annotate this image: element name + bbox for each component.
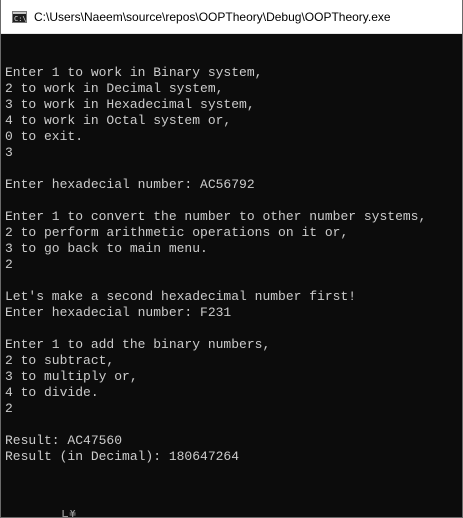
console-line: Let's make a second hexadecimal number f… (5, 289, 357, 304)
console-line: Enter 1 to work in Binary system, (5, 65, 263, 80)
console-line: Enter 1 to add the binary numbers, (5, 337, 271, 352)
console-line: Enter hexadecial number: F231 (5, 305, 232, 320)
console-line: 2 to subtract, (5, 353, 115, 368)
window-title: C:\Users\Naeem\source\repos\OOPTheory\De… (34, 10, 391, 24)
console-line: 3 (5, 145, 13, 160)
console-line: 4 to divide. (5, 385, 99, 400)
console-line: Enter 1 to convert the number to other n… (5, 209, 427, 224)
partially-hidden-text: L¥ (61, 510, 77, 518)
console-line: Enter hexadecial number: AC56792 (5, 177, 255, 192)
console-line: 3 to go back to main menu. (5, 241, 208, 256)
console-line: Result (in Decimal): 180647264 (5, 449, 240, 464)
console-line: 3 to work in Hexadecimal system, (5, 97, 255, 112)
console-line: 4 to work in Octal system or, (5, 113, 232, 128)
console-window: C:\ C:\Users\Naeem\source\repos\OOPTheor… (0, 0, 463, 518)
console-output[interactable]: Enter 1 to work in Binary system, 2 to wo… (5, 65, 458, 513)
title-bar[interactable]: C:\ C:\Users\Naeem\source\repos\OOPTheor… (1, 0, 462, 34)
console-app-icon-glyph: C:\ (14, 15, 27, 23)
console-line: 2 (5, 401, 13, 416)
console-line: 2 to work in Decimal system, (5, 81, 224, 96)
console-line: 2 to perform arithmetic operations on it… (5, 225, 349, 240)
console-line: 2 (5, 257, 13, 272)
console-line: 3 to multiply or, (5, 369, 138, 384)
console-app-icon[interactable]: C:\ (12, 11, 27, 23)
console-line: Result: AC47560 (5, 433, 123, 448)
console-line: 0 to exit. (5, 129, 84, 144)
